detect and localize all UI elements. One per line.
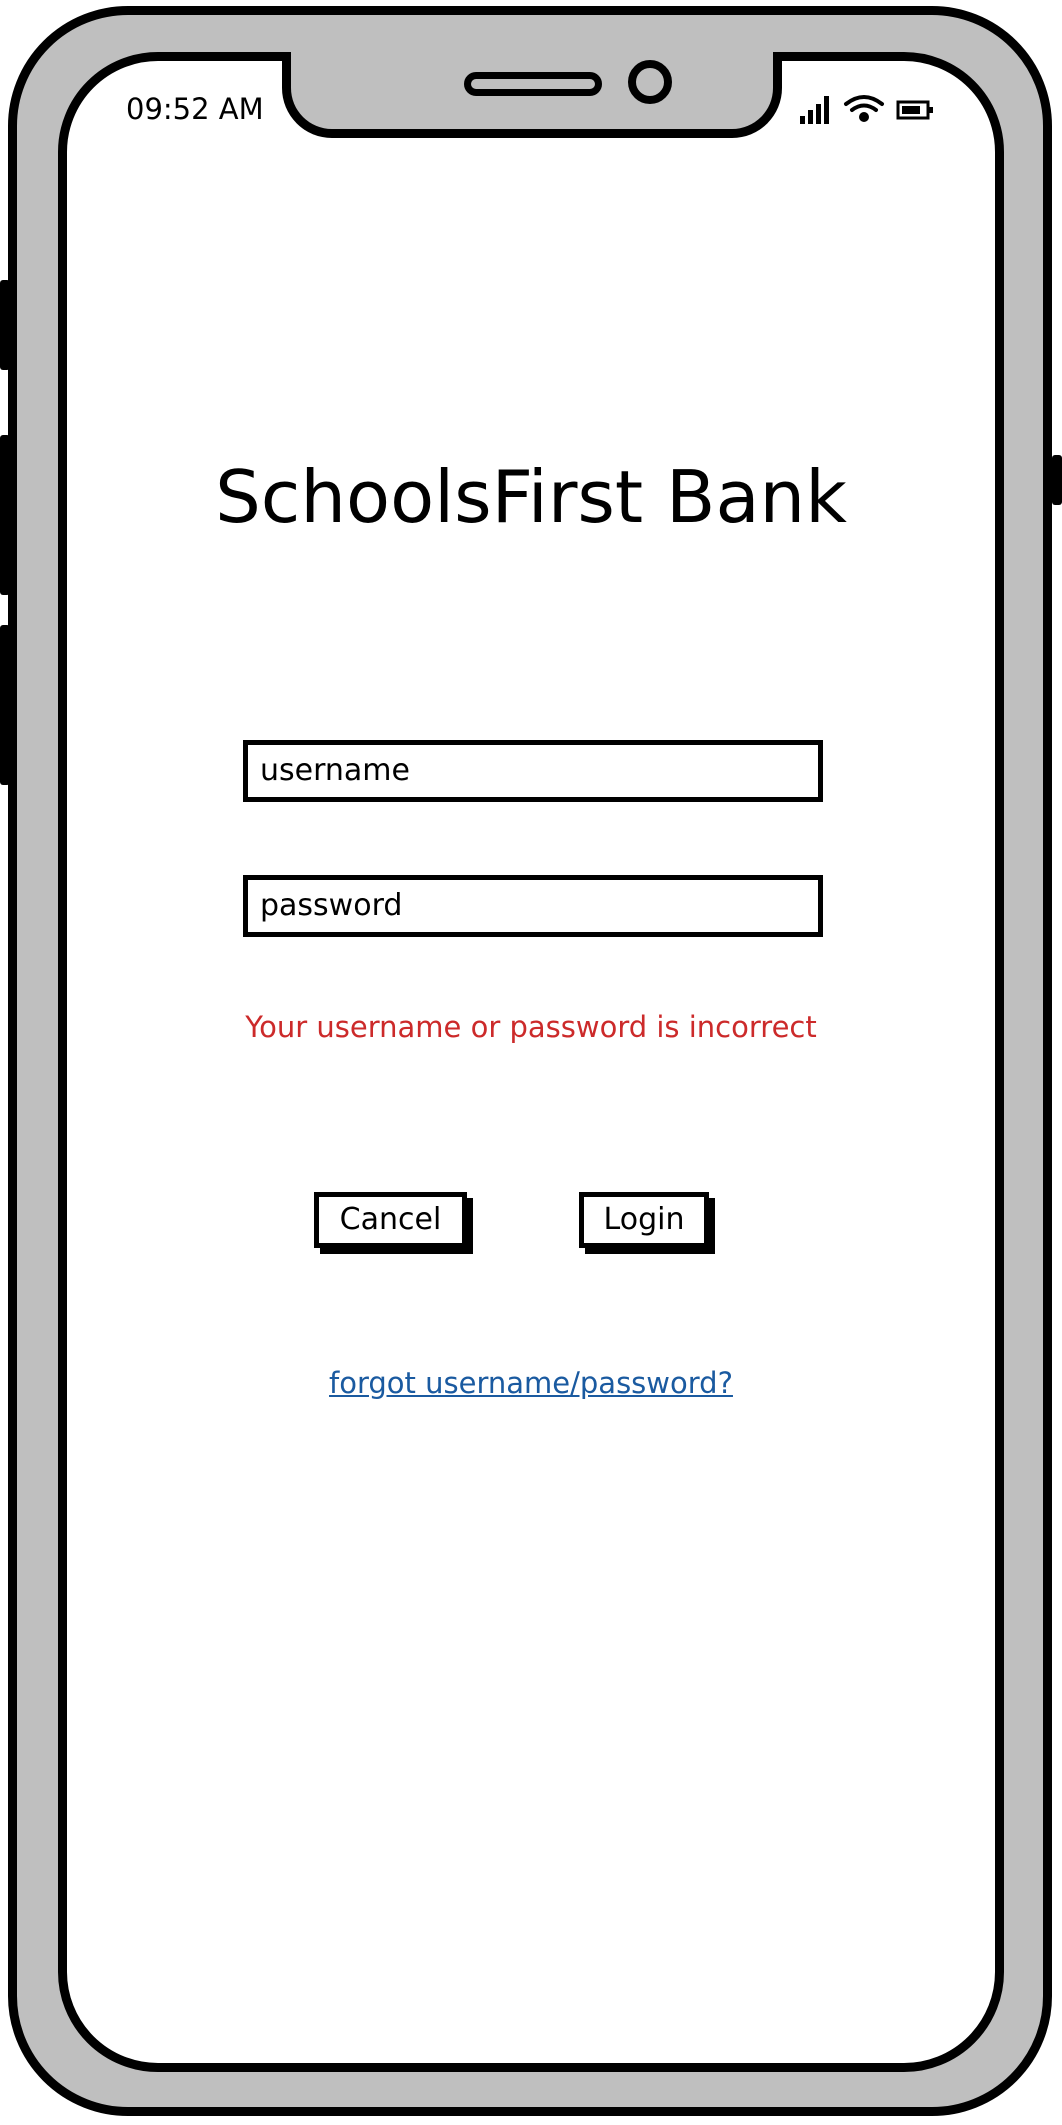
- username-input[interactable]: username: [243, 740, 823, 802]
- volume-down-button: [0, 625, 10, 785]
- status-icons: [798, 92, 938, 126]
- mute-switch: [0, 280, 10, 370]
- battery-icon: [896, 100, 933, 120]
- speaker-icon: [464, 72, 602, 96]
- signal-icon: [800, 96, 829, 124]
- app-title: SchoolsFirst Bank: [215, 455, 847, 539]
- forgot-credentials-link[interactable]: forgot username/password?: [0, 1366, 1062, 1400]
- error-message: Your username or password is incorrect: [245, 1010, 817, 1044]
- password-input[interactable]: password: [243, 875, 823, 937]
- camera-icon: [628, 60, 672, 104]
- phone-screen: [58, 52, 1004, 2072]
- status-time: 09:52 AM: [126, 92, 264, 126]
- login-button[interactable]: Login: [579, 1192, 709, 1248]
- cancel-button[interactable]: Cancel: [314, 1192, 467, 1248]
- wifi-icon: [844, 95, 884, 122]
